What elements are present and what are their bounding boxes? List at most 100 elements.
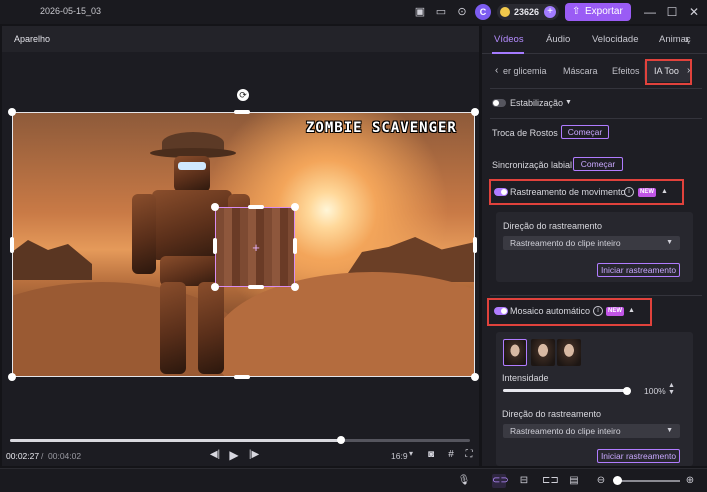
tab-speed[interactable]: Velocidade bbox=[592, 34, 638, 45]
start-tracking-button[interactable]: Iniciar rastreamento bbox=[597, 263, 680, 277]
subtab-mask[interactable]: Máscara bbox=[563, 66, 598, 76]
chevron-up-icon[interactable]: ▲ bbox=[661, 188, 668, 195]
mosaic-resize-handle[interactable] bbox=[211, 283, 219, 291]
chevron-right-icon[interactable]: › bbox=[685, 32, 689, 46]
mosaic-resize-handle[interactable] bbox=[291, 203, 299, 211]
minimize-icon[interactable]: — bbox=[642, 4, 658, 20]
intensity-slider-knob[interactable] bbox=[623, 387, 631, 395]
tracking-direction-select[interactable]: Rastreamento do clipe inteiro ▼ bbox=[503, 424, 680, 438]
mosaic-region[interactable]: + bbox=[215, 207, 295, 287]
split-icon[interactable]: ⊟ bbox=[517, 474, 531, 488]
mosaic-resize-handle[interactable] bbox=[211, 203, 219, 211]
tracking-direction-value: Rastreamento do clipe inteiro bbox=[510, 238, 621, 248]
resize-handle[interactable] bbox=[8, 108, 16, 116]
face-thumbnail[interactable] bbox=[557, 339, 581, 366]
download-icon[interactable]: ⊙ bbox=[454, 4, 470, 20]
maximize-icon[interactable]: ☐ bbox=[664, 4, 680, 20]
tracking-direction-label: Direção do rastreamento bbox=[502, 409, 602, 419]
mosaic-resize-handle[interactable] bbox=[248, 285, 264, 289]
property-tabs: Vídeos Áudio Velocidade Animaç › bbox=[482, 26, 707, 54]
mosaic-resize-handle[interactable] bbox=[213, 238, 217, 254]
motion-tracking-settings: Direção do rastreamento Rastreamento do … bbox=[496, 212, 693, 282]
next-frame-icon[interactable]: |▶ bbox=[246, 447, 262, 463]
divider bbox=[490, 295, 702, 296]
playback-progress[interactable] bbox=[10, 436, 470, 444]
motion-tracking-toggle[interactable] bbox=[494, 188, 508, 196]
time-separator: / bbox=[41, 451, 44, 461]
player-title: Aparelho bbox=[14, 34, 51, 44]
video-title-overlay: ZOMBIE SCAVENGER bbox=[306, 120, 457, 136]
link-icon[interactable]: ⊂⊃ bbox=[492, 474, 509, 488]
microphone-icon[interactable]: 🎙 bbox=[457, 474, 471, 488]
info-icon[interactable]: i bbox=[624, 187, 634, 197]
info-icon[interactable]: i bbox=[593, 306, 603, 316]
active-tab-indicator bbox=[492, 52, 524, 54]
face-thumbnail[interactable] bbox=[531, 339, 555, 366]
resize-handle[interactable] bbox=[473, 237, 477, 253]
export-icon: ⇧ bbox=[572, 6, 581, 17]
intensity-slider[interactable] bbox=[503, 389, 627, 392]
property-panel: Vídeos Áudio Velocidade Animaç › ‹ er gl… bbox=[482, 26, 707, 466]
auto-mosaic-toggle[interactable] bbox=[494, 307, 508, 315]
face-swap-start-button[interactable]: Começar bbox=[561, 125, 609, 139]
lip-sync-start-button[interactable]: Começar bbox=[573, 157, 623, 171]
stabilization-toggle[interactable] bbox=[492, 99, 506, 107]
add-credits-button[interactable]: + bbox=[544, 6, 556, 18]
credits-value: 23626 bbox=[514, 7, 540, 17]
resize-handle[interactable] bbox=[234, 375, 250, 379]
close-icon[interactable]: ✕ bbox=[686, 4, 702, 20]
track-icon[interactable]: ▤ bbox=[567, 474, 581, 488]
chevron-down-icon: ▼ bbox=[666, 427, 673, 434]
video-preview[interactable]: ZOMBIE SCAVENGER + bbox=[12, 112, 475, 377]
resize-handle[interactable] bbox=[8, 373, 16, 381]
aspect-ratio-select[interactable]: 16:9 bbox=[391, 451, 408, 461]
resize-handle[interactable] bbox=[10, 237, 14, 253]
chevron-up-icon[interactable]: ▲ bbox=[628, 307, 635, 314]
avatar[interactable]: C bbox=[475, 4, 491, 20]
zoom-slider-knob[interactable] bbox=[613, 476, 622, 485]
grid-icon[interactable]: # bbox=[443, 447, 459, 463]
subtab-glicemia[interactable]: er glicemia bbox=[503, 66, 547, 76]
tab-videos[interactable]: Vídeos bbox=[494, 34, 524, 45]
intensity-label: Intensidade bbox=[502, 373, 549, 383]
mosaic-resize-handle[interactable] bbox=[293, 238, 297, 254]
chevron-left-icon[interactable]: ‹ bbox=[495, 65, 498, 76]
subtab-ai-tools[interactable]: IA Too bbox=[654, 66, 679, 76]
face-thumbnail[interactable] bbox=[503, 339, 527, 366]
chevron-down-icon[interactable]: ▼ bbox=[565, 99, 572, 106]
chevron-down-icon[interactable]: ▾ bbox=[409, 449, 413, 458]
resize-handle[interactable] bbox=[471, 373, 479, 381]
zoom-in-icon[interactable]: ⊕ bbox=[683, 474, 697, 488]
tab-audio[interactable]: Áudio bbox=[546, 34, 570, 45]
zoom-slider[interactable] bbox=[616, 480, 680, 482]
progress-knob[interactable] bbox=[337, 436, 346, 444]
snapshot-icon[interactable]: ◙ bbox=[423, 447, 439, 463]
total-time: 00:04:02 bbox=[48, 451, 82, 461]
player-panel: Aparelho ZOMBIE SCAVENGER + ⟳ 00:02:27 /… bbox=[2, 26, 479, 466]
feedback-icon[interactable]: ▭ bbox=[433, 4, 449, 20]
fullscreen-icon[interactable]: ⛶ bbox=[461, 447, 477, 463]
credits-icon bbox=[500, 7, 510, 17]
stepper-icon[interactable]: ▲ ▼ bbox=[668, 382, 675, 396]
tracking-direction-select[interactable]: Rastreamento do clipe inteiro ▼ bbox=[503, 236, 680, 250]
project-name: 2026-05-15_03 bbox=[40, 6, 102, 16]
unlink-icon[interactable]: ⊏⊐ bbox=[542, 474, 559, 488]
export-button[interactable]: ⇧ Exportar bbox=[565, 3, 631, 21]
play-icon[interactable]: ▶ bbox=[226, 447, 242, 463]
resize-handle[interactable] bbox=[471, 108, 479, 116]
mosaic-resize-handle[interactable] bbox=[291, 283, 299, 291]
zoom-out-icon[interactable]: ⊖ bbox=[594, 474, 608, 488]
progress-fill bbox=[10, 439, 342, 442]
credits-badge[interactable]: 23626 + bbox=[497, 4, 559, 20]
chevron-right-icon[interactable]: › bbox=[687, 65, 690, 76]
start-tracking-button[interactable]: Iniciar rastreamento bbox=[597, 449, 680, 463]
player-header: Aparelho bbox=[2, 26, 479, 52]
new-badge: NEW bbox=[638, 188, 656, 197]
layout-icon[interactable]: ▣ bbox=[412, 4, 428, 20]
face-swap-label: Troca de Rostos bbox=[492, 128, 558, 138]
rotate-icon[interactable]: ⟳ bbox=[237, 89, 249, 101]
mosaic-resize-handle[interactable] bbox=[248, 205, 264, 209]
previous-frame-icon[interactable]: ◀| bbox=[207, 447, 223, 463]
resize-handle[interactable] bbox=[234, 110, 250, 114]
subtab-effects[interactable]: Efeitos bbox=[612, 66, 640, 76]
